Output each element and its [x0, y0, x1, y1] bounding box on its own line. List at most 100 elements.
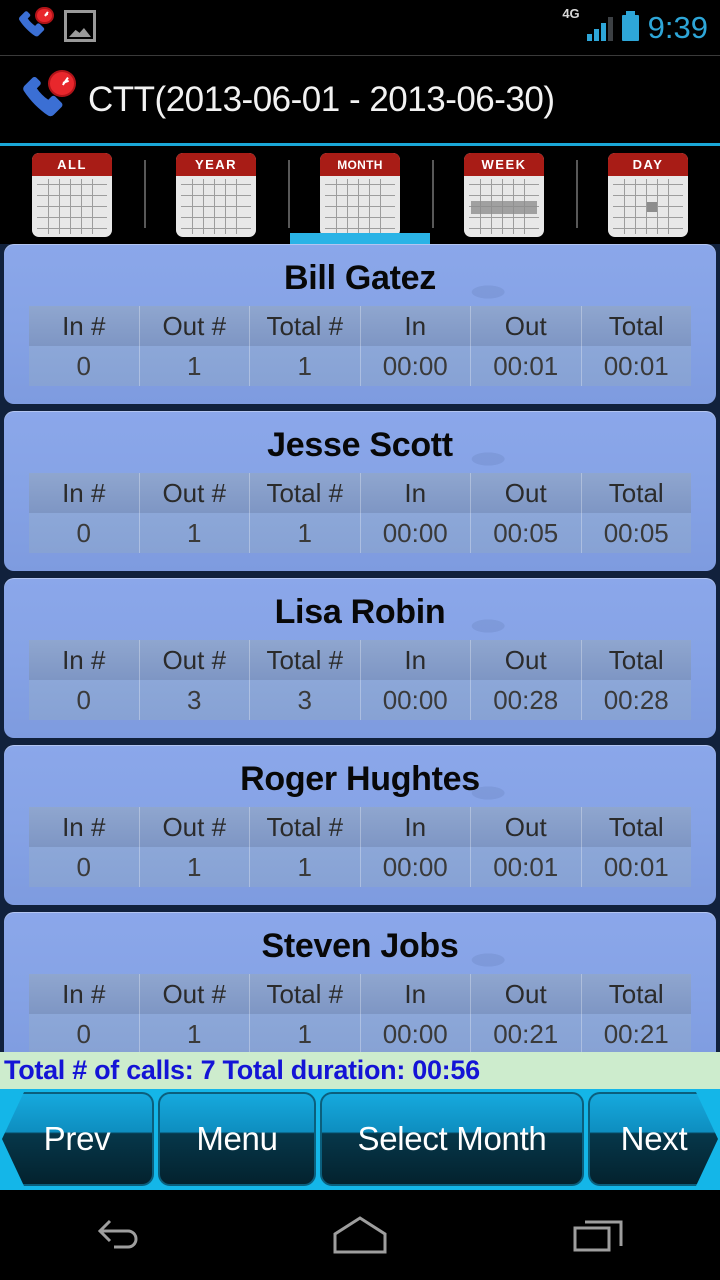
column-header-total-dur: Total: [580, 640, 692, 680]
table-row: 0 3 3 00:00 00:28 00:28: [29, 680, 691, 720]
column-header-in-count: In #: [62, 812, 106, 842]
column-header-total-count: Total #: [249, 473, 360, 513]
tab-year[interactable]: YEAR: [144, 146, 288, 244]
recents-icon[interactable]: [540, 1205, 660, 1265]
cell-out-dur: 00:01: [470, 847, 581, 887]
stats-table: In # Out # Total # In Out Total 0 1 1 00…: [29, 473, 691, 553]
column-header-out-dur: Out: [470, 974, 581, 1014]
column-header-total-dur: Total: [580, 807, 692, 847]
calendar-all-icon: ALL: [32, 153, 112, 237]
contact-card[interactable]: Bill Gatez In # Out # Total # In Out Tot…: [4, 244, 716, 404]
cell-total-count: 1: [249, 847, 360, 887]
cell-out-count: 1: [138, 847, 250, 887]
cell-in-count: 0: [76, 1019, 91, 1049]
tab-day[interactable]: DAY: [576, 146, 720, 244]
cell-total-dur: 00:01: [580, 847, 692, 887]
clock-badge-icon: [48, 69, 77, 97]
menu-button[interactable]: Menu: [158, 1092, 316, 1186]
cell-in-count: 0: [76, 685, 91, 715]
status-clock: 9:39: [647, 10, 708, 45]
column-header-total-count: Total #: [249, 306, 360, 346]
column-header-in-count: In #: [62, 979, 106, 1009]
table-row: 0 1 1 00:00 00:01 00:01: [29, 346, 691, 386]
column-header-total-dur: Total: [580, 473, 692, 513]
android-nav-bar: [0, 1190, 720, 1280]
next-button[interactable]: Next: [588, 1092, 718, 1186]
app-icon: [16, 69, 77, 128]
cell-out-dur: 00:05: [470, 513, 581, 553]
contact-card[interactable]: Steven Jobs In # Out # Total # In Out To…: [4, 912, 716, 1052]
app-root: 4G 9:39 CTT(2013-06-01 - 2013-06-30) ALL: [0, 0, 720, 1280]
cell-total-count: 3: [249, 680, 360, 720]
tab-label-week: WEEK: [464, 153, 544, 176]
cell-total-dur: 00:01: [580, 346, 692, 386]
cell-out-count: 1: [138, 346, 250, 386]
photo-icon: [64, 10, 96, 42]
select-month-button[interactable]: Select Month: [320, 1092, 584, 1186]
cell-out-count: 1: [138, 513, 250, 553]
column-header-out-dur: Out: [470, 306, 581, 346]
column-header-total-dur: Total: [580, 306, 692, 346]
contact-list[interactable]: Bill Gatez In # Out # Total # In Out Tot…: [0, 244, 720, 1052]
cell-out-dur: 00:01: [470, 346, 581, 386]
cell-in-dur: 00:00: [359, 680, 471, 720]
status-bar-system: 4G 9:39: [562, 4, 708, 52]
table-header-row: In # Out # Total # In Out Total: [29, 640, 691, 680]
status-bar-notifications: [14, 6, 96, 44]
tab-week[interactable]: WEEK: [432, 146, 576, 244]
tab-label-all: ALL: [32, 153, 112, 176]
column-header-out-count: Out #: [138, 640, 250, 680]
home-icon[interactable]: [300, 1205, 420, 1265]
table-header-row: In # Out # Total # In Out Total: [29, 974, 691, 1014]
button-bar: Prev Menu Select Month Next: [0, 1089, 720, 1190]
calendar-year-icon: YEAR: [176, 153, 256, 237]
column-header-out-count: Out #: [138, 306, 250, 346]
table-header-row: In # Out # Total # In Out Total: [29, 807, 691, 847]
cell-in-count: 0: [76, 351, 91, 381]
column-header-in-count: In #: [62, 645, 106, 675]
column-header-in-dur: In: [359, 974, 471, 1014]
status-bar: 4G 9:39: [0, 0, 720, 56]
column-header-out-dur: Out: [470, 807, 581, 847]
column-header-total-dur: Total: [580, 974, 692, 1014]
column-header-in-dur: In: [359, 807, 471, 847]
cell-total-count: 1: [249, 513, 360, 553]
stats-table: In # Out # Total # In Out Total 0 1 1 00…: [29, 807, 691, 887]
table-header-row: In # Out # Total # In Out Total: [29, 473, 691, 513]
contact-name: Steven Jobs: [261, 927, 459, 965]
tab-all[interactable]: ALL: [0, 146, 144, 244]
summary-text: Total # of calls: 7 Total duration: 00:5…: [4, 1055, 480, 1085]
calendar-month-icon: MONTH: [320, 153, 400, 237]
cell-in-dur: 00:00: [359, 847, 471, 887]
summary-bar: Total # of calls: 7 Total duration: 00:5…: [0, 1052, 720, 1089]
cell-total-dur: 00:28: [580, 680, 692, 720]
contact-name: Bill Gatez: [284, 259, 436, 297]
tab-label-day: DAY: [608, 153, 688, 176]
calendar-day-icon: DAY: [608, 153, 688, 237]
table-header-row: In # Out # Total # In Out Total: [29, 306, 691, 346]
clock-badge-icon: [35, 6, 54, 24]
column-header-out-count: Out #: [138, 974, 250, 1014]
contact-name: Roger Hughtes: [240, 760, 480, 798]
cell-out-dur: 00:28: [470, 680, 581, 720]
contact-card[interactable]: Jesse Scott In # Out # Total # In Out To…: [4, 411, 716, 571]
cell-total-count: 1: [249, 346, 360, 386]
column-header-out-count: Out #: [138, 473, 250, 513]
contact-card[interactable]: Roger Hughtes In # Out # Total # In Out …: [4, 745, 716, 905]
cell-in-dur: 00:00: [359, 346, 471, 386]
stats-table: In # Out # Total # In Out Total 0 3 3 00…: [29, 640, 691, 720]
column-header-out-dur: Out: [470, 640, 581, 680]
column-header-total-count: Total #: [249, 974, 360, 1014]
back-icon[interactable]: [60, 1205, 180, 1265]
cell-total-count: 1: [249, 1014, 360, 1052]
tab-month[interactable]: MONTH: [288, 146, 432, 244]
network-type-label: 4G: [562, 6, 580, 21]
column-header-in-dur: In: [359, 473, 471, 513]
contact-card[interactable]: Lisa Robin In # Out # Total # In Out Tot…: [4, 578, 716, 738]
prev-button[interactable]: Prev: [2, 1092, 154, 1186]
column-header-total-count: Total #: [249, 807, 360, 847]
cell-in-dur: 00:00: [359, 1014, 471, 1052]
tab-indicator: [290, 233, 430, 244]
missed-call-icon: [14, 6, 54, 44]
tab-label-month: MONTH: [320, 153, 400, 176]
